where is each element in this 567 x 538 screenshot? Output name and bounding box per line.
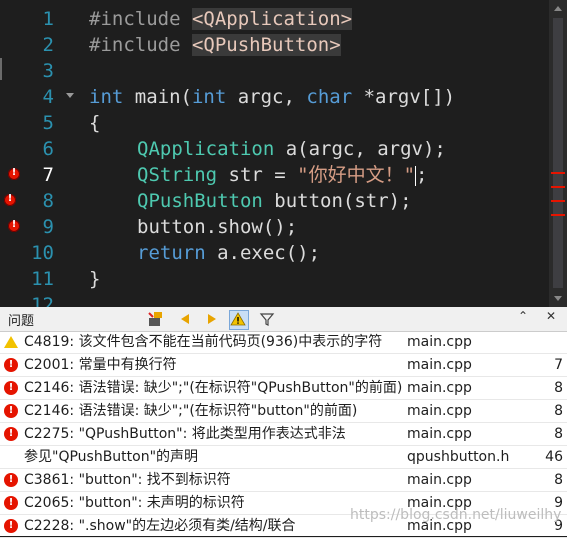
error-icon xyxy=(4,473,18,487)
problem-line-number: 8 xyxy=(554,380,563,396)
problem-file: main.cpp xyxy=(407,334,472,350)
error-icon xyxy=(4,381,18,395)
problem-file: main.cpp xyxy=(407,380,472,396)
error-marker-icon[interactable] xyxy=(4,193,21,206)
code-text: QString str = "你好中文！"; xyxy=(137,164,428,186)
code-text: } xyxy=(89,268,101,290)
line-number: 7 xyxy=(42,164,54,186)
warnings-filter-icon[interactable] xyxy=(229,310,249,330)
problem-line-number: 8 xyxy=(554,426,563,442)
line-number: 5 xyxy=(42,112,54,134)
problem-row[interactable]: C4819: 该文件包含不能在当前代码页(936)中表示的字符 main.cpp xyxy=(0,331,567,353)
problem-message: C2228: ".show"的左边必须有类/结构/联合 xyxy=(24,518,296,534)
scrollbar-error-mark xyxy=(551,200,565,202)
problem-row[interactable]: C2001: 常量中有换行符 main.cpp 7 xyxy=(0,354,567,376)
line-number: 8 xyxy=(42,190,54,212)
panel-title: 问题 xyxy=(8,314,35,329)
problem-row[interactable]: 参见"QPushButton"的声明 qpushbutton.h 46 xyxy=(0,446,567,468)
problem-row[interactable]: C2146: 语法错误: 缺少";"(在标识符"button"的前面) main.… xyxy=(0,400,567,422)
line-number: 3 xyxy=(42,60,54,82)
code-line-8[interactable]: 8 QPushButton button(str); xyxy=(0,188,548,214)
collapse-chevron-icon[interactable] xyxy=(66,93,74,98)
code-line-5[interactable]: 5 { xyxy=(0,110,548,136)
line-number: 12 xyxy=(31,294,54,307)
panel-header: 问题 ⌃ ✕ xyxy=(0,307,567,332)
error-icon xyxy=(4,358,18,372)
line-number: 1 xyxy=(42,8,54,30)
code-text: #include <QApplication> xyxy=(89,8,353,30)
code-line-1[interactable]: 1 #include <QApplication> xyxy=(0,6,548,32)
code-text: button.show(); xyxy=(137,216,298,238)
line-number: 11 xyxy=(31,268,54,290)
code-line-9[interactable]: 9 button.show(); xyxy=(0,214,548,240)
error-marker-icon[interactable] xyxy=(8,219,20,232)
problem-message: C4819: 该文件包含不能在当前代码页(936)中表示的字符 xyxy=(24,334,383,350)
problem-line-number: 8 xyxy=(554,472,563,488)
code-text: { xyxy=(89,112,101,134)
problem-file: main.cpp xyxy=(407,357,472,373)
close-panel-icon[interactable]: ✕ xyxy=(546,309,556,323)
line-number: 4 xyxy=(42,86,54,108)
scrollbar-error-mark xyxy=(551,172,565,174)
code-text: return a.exec(); xyxy=(137,242,321,264)
previous-arrow-icon[interactable] xyxy=(176,310,194,328)
code-editor[interactable]: 1 #include <QApplication> 2 #include <QP… xyxy=(0,0,567,307)
scrollbar-error-mark xyxy=(551,214,565,216)
problem-message: C2275: "QPushButton": 将此类型用作表达式非法 xyxy=(24,426,346,442)
problem-message: 参见"QPushButton"的声明 xyxy=(24,449,199,465)
problem-row[interactable]: C2146: 语法错误: 缺少";"(在标识符"QPushButton"的前面)… xyxy=(0,377,567,399)
error-icon xyxy=(4,404,18,418)
error-icon xyxy=(4,496,18,510)
code-text: QApplication a(argc, argv); xyxy=(137,138,446,160)
line-number: 2 xyxy=(42,34,54,56)
warning-icon xyxy=(4,336,18,348)
code-line-11[interactable]: 11 } xyxy=(0,266,548,292)
code-line-6[interactable]: 6 QApplication a(argc, argv); xyxy=(0,136,548,162)
code-line-4[interactable]: 4 int main(int argc, char *argv[]) xyxy=(0,84,548,110)
line-number: 9 xyxy=(42,216,54,238)
editor-scrollbar[interactable] xyxy=(549,0,567,307)
next-arrow-icon[interactable] xyxy=(203,310,221,328)
funnel-filter-icon[interactable] xyxy=(258,310,276,328)
problem-file: main.cpp xyxy=(407,472,472,488)
problem-message: C2146: 语法错误: 缺少";"(在标识符"QPushButton"的前面) xyxy=(24,380,402,396)
code-text: QPushButton button(str); xyxy=(137,190,412,212)
scroll-up-icon[interactable] xyxy=(554,6,562,11)
error-icon xyxy=(4,519,18,533)
problem-line-number: 8 xyxy=(554,403,563,419)
code-line-2[interactable]: 2 #include <QPushButton> xyxy=(0,32,548,58)
code-line-3[interactable]: 3 xyxy=(0,58,548,84)
watermark: https://blog.csdn.net/liuweilhy xyxy=(350,507,562,523)
code-text: #include <QPushButton> xyxy=(89,34,341,56)
problem-message: C2065: "button": 未声明的标识符 xyxy=(24,495,245,511)
scrollbar-error-mark xyxy=(551,186,565,188)
problem-message: C3861: "button": 找不到标识符 xyxy=(24,472,231,488)
line-number: 6 xyxy=(42,138,54,160)
problem-file: qpushbutton.h xyxy=(407,449,510,465)
error-icon xyxy=(4,427,18,441)
problem-row[interactable]: C3861: "button": 找不到标识符 main.cpp 8 xyxy=(0,469,567,491)
problem-message: C2146: 语法错误: 缺少";"(在标识符"button"的前面) xyxy=(24,403,358,419)
problem-line-number: 7 xyxy=(554,357,563,373)
problem-file: main.cpp xyxy=(407,426,472,442)
change-marker xyxy=(0,58,2,80)
problem-line-number: 46 xyxy=(545,449,563,465)
line-number: 10 xyxy=(31,242,54,264)
code-line-7[interactable]: 7 QString str = "你好中文！"; xyxy=(0,162,548,188)
code-line-12[interactable]: 12 xyxy=(0,292,548,307)
filter-current-file-icon[interactable] xyxy=(146,310,164,328)
problem-message: C2001: 常量中有换行符 xyxy=(24,357,177,373)
error-marker-icon[interactable] xyxy=(8,167,20,180)
collapse-panel-icon[interactable]: ⌃ xyxy=(518,309,528,323)
code-text: int main(int argc, char *argv[]) xyxy=(89,86,456,108)
code-line-10[interactable]: 10 return a.exec(); xyxy=(0,240,548,266)
scrollbar-thumb[interactable] xyxy=(553,18,563,288)
scroll-down-icon[interactable] xyxy=(554,296,562,301)
problem-row[interactable]: C2275: "QPushButton": 将此类型用作表达式非法 main.cp… xyxy=(0,423,567,445)
problem-file: main.cpp xyxy=(407,403,472,419)
problems-panel: 问题 ⌃ ✕ C4819: 该文件包含不能在当前代码页(936)中表示的字符 ma… xyxy=(0,307,567,538)
